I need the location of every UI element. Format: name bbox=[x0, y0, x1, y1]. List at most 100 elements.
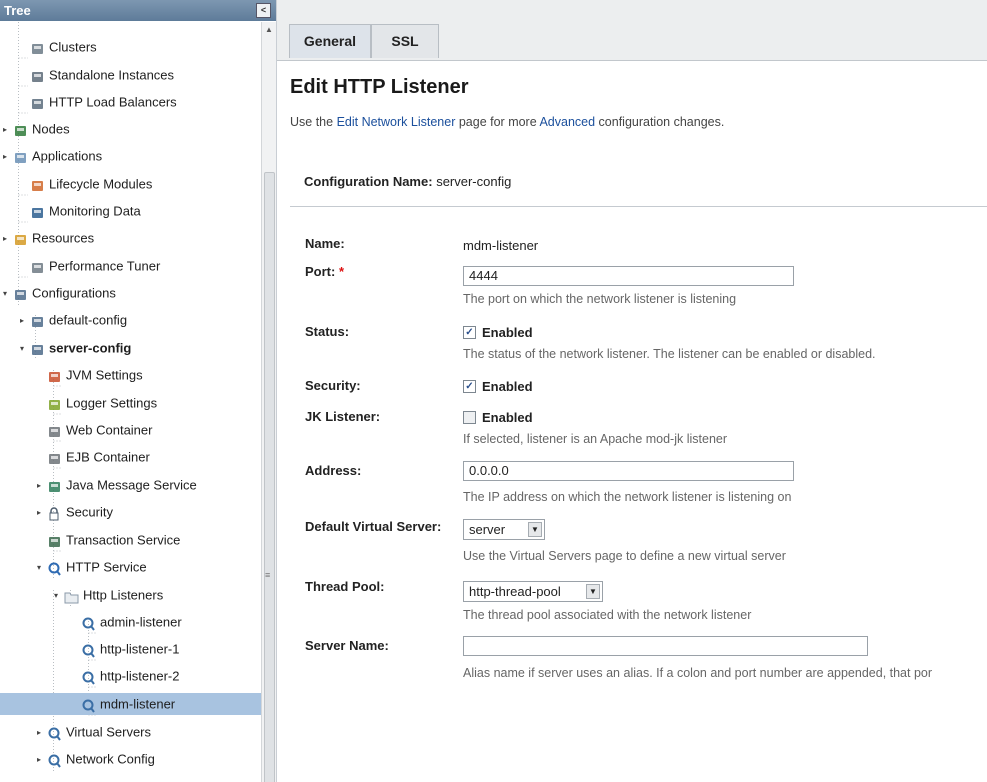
tree-item-label: mdm-listener bbox=[100, 696, 176, 712]
tree-item-label: Standalone Instances bbox=[49, 67, 175, 83]
status-help: The status of the network listener. The … bbox=[463, 347, 876, 361]
jvm-settings-icon bbox=[47, 369, 62, 383]
configurations-icon bbox=[13, 287, 28, 301]
listener-icon bbox=[81, 616, 96, 631]
tree-item-label: admin-listener bbox=[100, 614, 182, 630]
security-label: Security: bbox=[305, 378, 361, 393]
expand-arrow-icon[interactable]: ▸ bbox=[3, 228, 13, 250]
expand-arrow-icon[interactable]: ▸ bbox=[37, 722, 47, 744]
edit-network-listener-link[interactable]: Edit Network Listener bbox=[337, 115, 456, 129]
server-name-help: Alias name if server uses an alias. If a… bbox=[463, 666, 933, 680]
default-virtual-server-label: Default Virtual Server: bbox=[305, 519, 442, 534]
collapse-arrow-icon[interactable]: ▾ bbox=[37, 557, 47, 579]
advanced-link[interactable]: Advanced bbox=[539, 115, 595, 129]
collapse-arrow-icon[interactable]: ▾ bbox=[54, 585, 64, 607]
collapse-arrow-icon[interactable]: ▾ bbox=[20, 338, 30, 360]
tree-item-http-load-balancers[interactable]: HTTP Load Balancers bbox=[20, 91, 177, 113]
jms-icon bbox=[47, 479, 62, 493]
tree-item-label: HTTP Service bbox=[66, 559, 147, 575]
tree-item-logger-settings[interactable]: Logger Settings bbox=[37, 392, 157, 414]
config-icon bbox=[30, 342, 45, 356]
tree-item-label: Security bbox=[66, 504, 113, 520]
expand-arrow-icon[interactable]: ▸ bbox=[3, 119, 13, 141]
tree-panel: Tree < Clusters Standalone Instances HTT… bbox=[0, 0, 277, 782]
clusters-icon bbox=[30, 41, 45, 55]
tab-general[interactable]: General bbox=[289, 24, 371, 58]
expand-arrow-icon[interactable]: ▸ bbox=[37, 475, 47, 497]
standalone-instance-icon bbox=[30, 69, 45, 83]
tree-item-resources[interactable]: ▸ Resources bbox=[3, 227, 94, 249]
port-label: Port: * bbox=[305, 264, 344, 279]
tree-item-clusters[interactable]: Clusters bbox=[20, 36, 97, 58]
address-help: The IP address on which the network list… bbox=[463, 490, 792, 504]
tree-item-virtual-servers[interactable]: ▸ Virtual Servers bbox=[37, 721, 151, 743]
tree-item-standalone-instances[interactable]: Standalone Instances bbox=[20, 64, 174, 86]
load-balancer-icon bbox=[30, 96, 45, 110]
tree-item-default-config[interactable]: ▸ default-config bbox=[20, 309, 127, 331]
tree-item-security[interactable]: ▸ Security bbox=[37, 501, 113, 523]
tree-item-label: Http Listeners bbox=[83, 587, 164, 603]
tree-item-http-service[interactable]: ▾ HTTP Service bbox=[37, 556, 147, 578]
dropdown-arrow-icon[interactable]: ▼ bbox=[528, 522, 542, 537]
status-label: Status: bbox=[305, 324, 350, 339]
tree-item-applications[interactable]: ▸ Applications bbox=[3, 145, 102, 167]
tree-item-nodes[interactable]: ▸ Nodes bbox=[3, 118, 70, 140]
page-title: Edit HTTP Listener bbox=[290, 76, 469, 98]
thread-pool-label: Thread Pool: bbox=[305, 579, 385, 594]
tree-item-performance-tuner[interactable]: Performance Tuner bbox=[20, 255, 160, 277]
port-input[interactable] bbox=[463, 266, 794, 286]
jk-listener-label: JK Listener: bbox=[305, 409, 381, 424]
name-label: Name: bbox=[305, 236, 345, 251]
config-icon bbox=[30, 314, 45, 328]
tree-item-java-message-service[interactable]: ▸ Java Message Service bbox=[37, 474, 197, 496]
address-input[interactable] bbox=[463, 461, 794, 481]
tree-item-http-listener-1[interactable]: http-listener-1 bbox=[71, 638, 179, 660]
tree-item-ejb-container[interactable]: EJB Container bbox=[37, 446, 150, 468]
checkbox-checked-icon[interactable]: ✓ bbox=[463, 326, 476, 340]
security-checkbox[interactable]: ✓ Enabled bbox=[463, 379, 533, 394]
monitoring-data-icon bbox=[30, 205, 45, 219]
web-container-icon bbox=[47, 424, 62, 438]
server-name-input[interactable] bbox=[463, 636, 868, 656]
tree-scrollbar[interactable]: ▲ ≡ bbox=[261, 22, 276, 782]
tree-item-network-config[interactable]: ▸ Network Config bbox=[37, 748, 155, 770]
collapse-arrow-icon[interactable]: ▾ bbox=[3, 283, 13, 305]
lifecycle-modules-icon bbox=[30, 178, 45, 192]
transaction-service-icon bbox=[47, 534, 62, 548]
jk-listener-checkbox[interactable]: Enabled bbox=[463, 410, 533, 425]
tree-item-label: default-config bbox=[49, 312, 128, 328]
resources-icon bbox=[13, 232, 28, 246]
dropdown-arrow-icon[interactable]: ▼ bbox=[586, 584, 600, 599]
tree-item-transaction-service[interactable]: Transaction Service bbox=[37, 529, 180, 551]
thread-pool-select[interactable]: http-thread-pool ▼ bbox=[463, 581, 603, 602]
tree-item-configurations[interactable]: ▾ Configurations bbox=[3, 282, 116, 304]
tree-item-web-container[interactable]: Web Container bbox=[37, 419, 152, 441]
expand-arrow-icon[interactable]: ▸ bbox=[20, 310, 30, 332]
tab-ssl[interactable]: SSL bbox=[371, 24, 439, 58]
tree-item-label: Nodes bbox=[32, 121, 70, 137]
ejb-container-icon bbox=[47, 451, 62, 465]
tree-item-admin-listener[interactable]: admin-listener bbox=[71, 611, 182, 633]
tree-item-server-config[interactable]: ▾ server-config bbox=[20, 337, 131, 359]
tree-item-http-listeners[interactable]: ▾ Http Listeners bbox=[54, 584, 163, 606]
tree-item-lifecycle-modules[interactable]: Lifecycle Modules bbox=[20, 173, 152, 195]
tree-item-monitoring-data[interactable]: Monitoring Data bbox=[20, 200, 141, 222]
tree-item-label: Logger Settings bbox=[66, 395, 158, 411]
status-checkbox[interactable]: ✓ Enabled bbox=[463, 325, 533, 340]
expand-arrow-icon[interactable]: ▸ bbox=[37, 502, 47, 524]
tree-item-jvm-settings[interactable]: JVM Settings bbox=[37, 364, 143, 386]
expand-arrow-icon[interactable]: ▸ bbox=[37, 749, 47, 771]
checkbox-unchecked-icon[interactable] bbox=[463, 411, 476, 425]
scroll-up-icon[interactable]: ▲ bbox=[265, 25, 273, 34]
expand-arrow-icon[interactable]: ▸ bbox=[3, 146, 13, 168]
listener-icon bbox=[81, 698, 96, 713]
checkbox-checked-icon[interactable]: ✓ bbox=[463, 380, 476, 394]
tree-item-label: Clusters bbox=[49, 39, 97, 55]
performance-tuner-icon bbox=[30, 260, 45, 274]
tree-item-http-listener-2[interactable]: http-listener-2 bbox=[71, 665, 179, 687]
http-service-icon bbox=[47, 561, 62, 576]
scrollbar-thumb[interactable] bbox=[264, 172, 275, 782]
tree-item-mdm-listener[interactable]: mdm-listener bbox=[0, 693, 276, 715]
listener-icon bbox=[81, 670, 96, 685]
default-virtual-server-select[interactable]: server ▼ bbox=[463, 519, 545, 540]
